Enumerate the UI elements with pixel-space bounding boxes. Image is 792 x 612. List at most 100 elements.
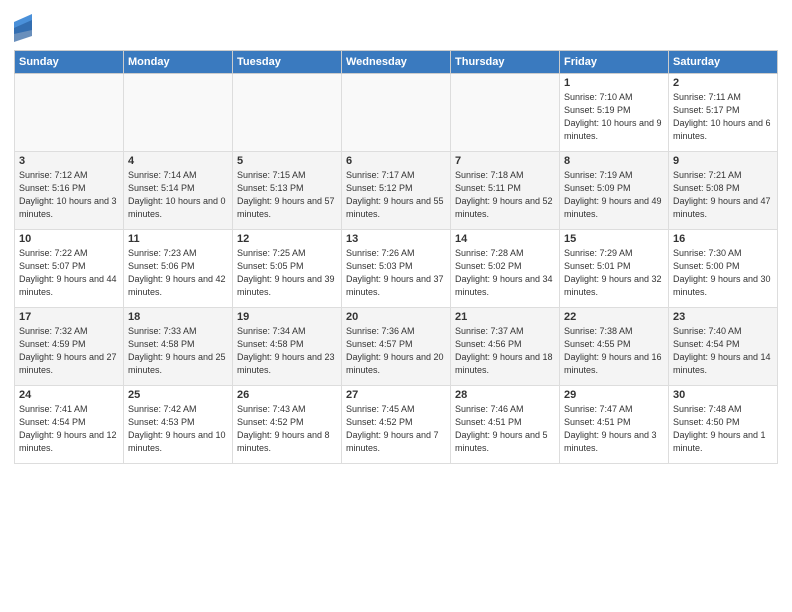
day-number: 8 [564, 155, 664, 167]
day-number: 16 [673, 233, 773, 245]
day-number: 20 [346, 311, 446, 323]
day-info: Sunrise: 7:36 AM Sunset: 4:57 PM Dayligh… [346, 325, 446, 377]
day-info: Sunrise: 7:19 AM Sunset: 5:09 PM Dayligh… [564, 169, 664, 221]
weekday-header: Tuesday [233, 51, 342, 74]
day-info: Sunrise: 7:15 AM Sunset: 5:13 PM Dayligh… [237, 169, 337, 221]
weekday-header: Wednesday [342, 51, 451, 74]
calendar-cell: 15 Sunrise: 7:29 AM Sunset: 5:01 PM Dayli… [560, 230, 669, 308]
calendar-cell: 10Sunrise: 7:22 AM Sunset: 5:07 PM Dayli… [15, 230, 124, 308]
calendar: SundayMondayTuesdayWednesdayThursdayFrid… [14, 50, 778, 464]
day-number: 3 [19, 155, 119, 167]
calendar-cell: 18 Sunrise: 7:33 AM Sunset: 4:58 PM Dayli… [124, 308, 233, 386]
weekday-header: Sunday [15, 51, 124, 74]
day-number: 26 [237, 389, 337, 401]
calendar-cell [342, 74, 451, 152]
calendar-cell: 13Sunrise: 7:26 AM Sunset: 5:03 PM Dayli… [342, 230, 451, 308]
day-info: Sunrise: 7:17 AM Sunset: 5:12 PM Dayligh… [346, 169, 446, 221]
calendar-cell: 22 Sunrise: 7:38 AM Sunset: 4:55 PM Dayli… [560, 308, 669, 386]
day-number: 10 [19, 233, 119, 245]
day-number: 28 [455, 389, 555, 401]
day-number: 7 [455, 155, 555, 167]
calendar-cell: 1 Sunrise: 7:10 AM Sunset: 5:19 PM Daylig… [560, 74, 669, 152]
day-number: 22 [564, 311, 664, 323]
calendar-cell [451, 74, 560, 152]
day-info: Sunrise: 7:41 AM Sunset: 4:54 PM Dayligh… [19, 403, 119, 455]
weekday-header: Thursday [451, 51, 560, 74]
calendar-cell: 14 Sunrise: 7:28 AM Sunset: 5:02 PM Dayli… [451, 230, 560, 308]
calendar-cell: 16 Sunrise: 7:30 AM Sunset: 5:00 PM Dayli… [669, 230, 778, 308]
calendar-cell [15, 74, 124, 152]
calendar-cell: 19 Sunrise: 7:34 AM Sunset: 4:58 PM Dayli… [233, 308, 342, 386]
day-number: 9 [673, 155, 773, 167]
day-number: 12 [237, 233, 337, 245]
calendar-cell: 26 Sunrise: 7:43 AM Sunset: 4:52 PM Dayli… [233, 386, 342, 464]
day-number: 6 [346, 155, 446, 167]
day-number: 13 [346, 233, 446, 245]
day-info: Sunrise: 7:14 AM Sunset: 5:14 PM Dayligh… [128, 169, 228, 221]
calendar-cell: 4 Sunrise: 7:14 AM Sunset: 5:14 PM Daylig… [124, 152, 233, 230]
day-number: 15 [564, 233, 664, 245]
day-info: Sunrise: 7:25 AM Sunset: 5:05 PM Dayligh… [237, 247, 337, 299]
day-info: Sunrise: 7:32 AM Sunset: 4:59 PM Dayligh… [19, 325, 119, 377]
calendar-cell: 25Sunrise: 7:42 AM Sunset: 4:53 PM Dayli… [124, 386, 233, 464]
day-info: Sunrise: 7:12 AM Sunset: 5:16 PM Dayligh… [19, 169, 119, 221]
calendar-cell: 11 Sunrise: 7:23 AM Sunset: 5:06 PM Dayli… [124, 230, 233, 308]
day-number: 4 [128, 155, 228, 167]
weekday-header: Monday [124, 51, 233, 74]
calendar-cell: 20 Sunrise: 7:36 AM Sunset: 4:57 PM Dayli… [342, 308, 451, 386]
calendar-cell: 12 Sunrise: 7:25 AM Sunset: 5:05 PM Dayli… [233, 230, 342, 308]
day-info: Sunrise: 7:40 AM Sunset: 4:54 PM Dayligh… [673, 325, 773, 377]
calendar-cell: 27Sunrise: 7:45 AM Sunset: 4:52 PM Dayli… [342, 386, 451, 464]
day-info: Sunrise: 7:21 AM Sunset: 5:08 PM Dayligh… [673, 169, 773, 221]
day-info: Sunrise: 7:45 AM Sunset: 4:52 PM Dayligh… [346, 403, 446, 455]
day-number: 24 [19, 389, 119, 401]
weekday-header: Saturday [669, 51, 778, 74]
calendar-cell: 8 Sunrise: 7:19 AM Sunset: 5:09 PM Daylig… [560, 152, 669, 230]
day-info: Sunrise: 7:23 AM Sunset: 5:06 PM Dayligh… [128, 247, 228, 299]
day-info: Sunrise: 7:29 AM Sunset: 5:01 PM Dayligh… [564, 247, 664, 299]
day-number: 18 [128, 311, 228, 323]
calendar-week-row: 10Sunrise: 7:22 AM Sunset: 5:07 PM Dayli… [15, 230, 778, 308]
day-number: 25 [128, 389, 228, 401]
calendar-cell: 9 Sunrise: 7:21 AM Sunset: 5:08 PM Daylig… [669, 152, 778, 230]
calendar-cell: 5 Sunrise: 7:15 AM Sunset: 5:13 PM Daylig… [233, 152, 342, 230]
day-info: Sunrise: 7:33 AM Sunset: 4:58 PM Dayligh… [128, 325, 228, 377]
calendar-week-row: 1 Sunrise: 7:10 AM Sunset: 5:19 PM Daylig… [15, 74, 778, 152]
calendar-cell [233, 74, 342, 152]
day-info: Sunrise: 7:30 AM Sunset: 5:00 PM Dayligh… [673, 247, 773, 299]
weekday-header: Friday [560, 51, 669, 74]
calendar-cell: 29Sunrise: 7:47 AM Sunset: 4:51 PM Dayli… [560, 386, 669, 464]
day-info: Sunrise: 7:47 AM Sunset: 4:51 PM Dayligh… [564, 403, 664, 455]
day-number: 17 [19, 311, 119, 323]
calendar-cell: 30Sunrise: 7:48 AM Sunset: 4:50 PM Dayli… [669, 386, 778, 464]
day-number: 5 [237, 155, 337, 167]
day-info: Sunrise: 7:34 AM Sunset: 4:58 PM Dayligh… [237, 325, 337, 377]
day-info: Sunrise: 7:48 AM Sunset: 4:50 PM Dayligh… [673, 403, 773, 455]
logo [14, 14, 34, 42]
calendar-cell: 28 Sunrise: 7:46 AM Sunset: 4:51 PM Dayli… [451, 386, 560, 464]
calendar-header-row: SundayMondayTuesdayWednesdayThursdayFrid… [15, 51, 778, 74]
calendar-cell: 7 Sunrise: 7:18 AM Sunset: 5:11 PM Daylig… [451, 152, 560, 230]
header-area [14, 10, 778, 42]
day-number: 23 [673, 311, 773, 323]
day-info: Sunrise: 7:18 AM Sunset: 5:11 PM Dayligh… [455, 169, 555, 221]
calendar-cell [124, 74, 233, 152]
calendar-week-row: 24 Sunrise: 7:41 AM Sunset: 4:54 PM Dayli… [15, 386, 778, 464]
day-info: Sunrise: 7:38 AM Sunset: 4:55 PM Dayligh… [564, 325, 664, 377]
calendar-week-row: 17 Sunrise: 7:32 AM Sunset: 4:59 PM Dayli… [15, 308, 778, 386]
day-number: 21 [455, 311, 555, 323]
calendar-cell: 6 Sunrise: 7:17 AM Sunset: 5:12 PM Daylig… [342, 152, 451, 230]
calendar-cell: 21 Sunrise: 7:37 AM Sunset: 4:56 PM Dayli… [451, 308, 560, 386]
day-number: 14 [455, 233, 555, 245]
day-info: Sunrise: 7:46 AM Sunset: 4:51 PM Dayligh… [455, 403, 555, 455]
day-number: 1 [564, 77, 664, 89]
day-info: Sunrise: 7:28 AM Sunset: 5:02 PM Dayligh… [455, 247, 555, 299]
calendar-cell: 17 Sunrise: 7:32 AM Sunset: 4:59 PM Dayli… [15, 308, 124, 386]
logo-icon [14, 14, 32, 42]
day-info: Sunrise: 7:10 AM Sunset: 5:19 PM Dayligh… [564, 91, 664, 143]
day-info: Sunrise: 7:43 AM Sunset: 4:52 PM Dayligh… [237, 403, 337, 455]
calendar-week-row: 3 Sunrise: 7:12 AM Sunset: 5:16 PM Daylig… [15, 152, 778, 230]
day-number: 19 [237, 311, 337, 323]
day-number: 11 [128, 233, 228, 245]
day-info: Sunrise: 7:37 AM Sunset: 4:56 PM Dayligh… [455, 325, 555, 377]
